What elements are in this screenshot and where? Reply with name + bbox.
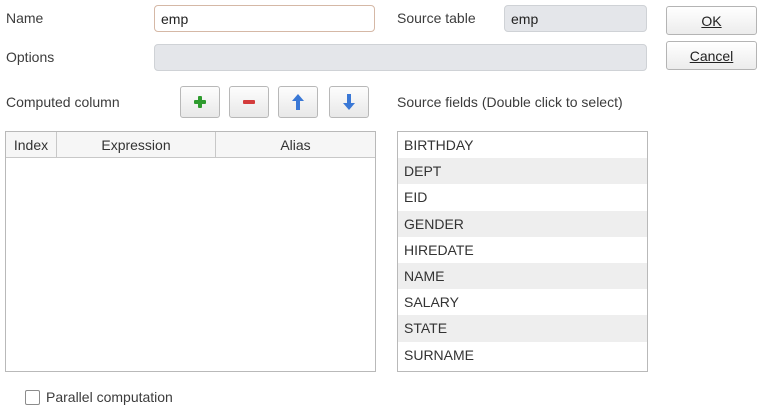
add-icon [194,96,206,108]
move-down-icon [343,94,355,110]
source-table-value: emp [511,10,539,27]
source-field-item[interactable]: NAME [398,262,647,290]
cancel-button[interactable]: Cancel [666,41,757,70]
remove-icon [243,100,255,104]
remove-button[interactable] [229,86,269,118]
source-fields-items: BIRTHDAY DEPT EID GENDER HIREDATE NAME SALARY S… [398,132,647,368]
options-field[interactable] [154,44,647,71]
move-up-icon [292,94,304,110]
cancel-button-label: Cancel [689,47,734,64]
source-field-item[interactable]: EID [398,184,647,210]
source-field-item[interactable]: HIREDATE [398,237,647,263]
source-fields-label: Source fields (Double click to select) [397,94,623,110]
ok-button[interactable]: OK [666,6,757,35]
source-table-label: Source table [397,10,476,26]
source-field-item[interactable]: BIRTHDAY [398,132,647,158]
move-down-button[interactable] [329,86,369,118]
ok-button-label: OK [701,12,722,29]
options-label: Options [6,49,55,65]
parallel-label: Parallel computation [46,389,173,405]
table-header: Index Expression Alias [6,132,375,158]
move-up-button[interactable] [278,86,318,118]
computed-column-label: Computed column [6,94,120,110]
source-field-item[interactable]: GENDER [398,210,647,237]
source-fields-list[interactable]: BIRTHDAY DEPT EID GENDER HIREDATE NAME SALARY S… [397,131,648,372]
source-field-item[interactable]: SURNAME [398,342,647,368]
computed-columns-table[interactable]: Index Expression Alias [5,131,376,372]
column-header-alias[interactable]: Alias [216,132,375,157]
name-label: Name [6,10,44,26]
parallel-checkbox[interactable] [25,390,40,405]
column-header-index[interactable]: Index [6,132,57,157]
source-field-item[interactable]: SALARY [398,289,647,315]
name-input-value: emp [161,10,189,27]
add-button[interactable] [180,86,220,118]
source-field-item[interactable]: STATE [398,315,647,342]
source-field-item[interactable]: DEPT [398,158,647,185]
name-input[interactable]: emp [154,5,375,32]
source-table-field: emp [504,5,647,32]
column-header-expression[interactable]: Expression [57,132,216,157]
